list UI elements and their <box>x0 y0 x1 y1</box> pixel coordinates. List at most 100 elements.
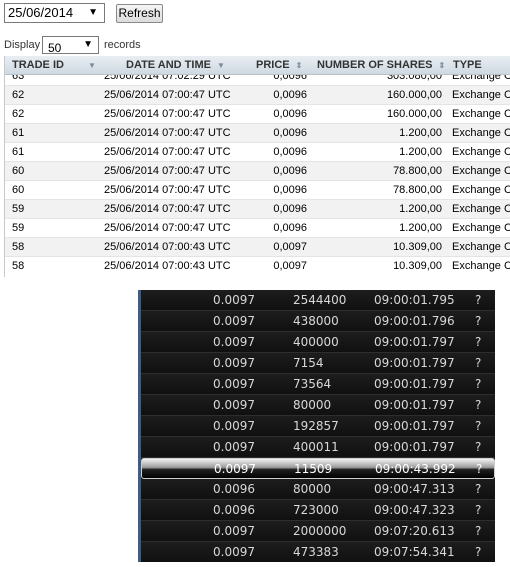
table-row[interactable]: 60 25/06/2014 07:00:47 UTC 0,0096 78.800,00… <box>5 161 510 180</box>
trade-row[interactable]: 0.0097 2544400 09:00:01.795? <box>141 290 495 311</box>
records-label: records <box>104 39 141 51</box>
trade-time: 09:00:01.797 <box>374 356 455 370</box>
price-cell: 0,0096 <box>273 108 307 120</box>
trade-id-cell: 60 <box>12 184 25 196</box>
date-time-cell: 25/06/2014 07:00:47 UTC <box>104 108 231 120</box>
trade-flag: ? <box>475 398 482 412</box>
date-select[interactable]: 25/06/2014 ▼ <box>4 3 105 23</box>
trade-time: 09:00:01.797 <box>374 377 455 391</box>
date-time-cell: 25/06/2014 07:00:47 UTC <box>104 127 231 139</box>
table-row[interactable]: 59 25/06/2014 07:00:47 UTC 0,0096 1.200,00 E… <box>5 199 510 218</box>
trade-flag: ? <box>475 335 482 349</box>
table-row[interactable]: 62 25/06/2014 07:00:47 UTC 0,0096 160.000,0… <box>5 104 510 123</box>
trade-row[interactable]: 0.0097 400000 09:00:01.797? <box>141 332 495 353</box>
column-header-date-and-time[interactable]: DATE AND TIME ▼ <box>126 59 225 71</box>
trade-time: 09:00:01.797 <box>374 440 455 454</box>
trade-row[interactable]: 0.0097 7154 09:00:01.797? <box>141 353 495 374</box>
trade-flag: ? <box>475 377 482 391</box>
table-body: 63 25/06/2014 07:02:29 UTC 0,0096 303.08… <box>5 66 510 275</box>
trade-volume: 473383 <box>293 545 339 559</box>
table-row[interactable]: 59 25/06/2014 07:00:47 UTC 0,0096 1.200,00 E… <box>5 218 510 237</box>
trade-price: 0.0096 <box>213 503 255 517</box>
sort-down-icon: ▼ <box>216 61 225 70</box>
date-time-cell: 25/06/2014 07:00:47 UTC <box>104 203 231 215</box>
chevron-down-icon: ▼ <box>83 39 93 50</box>
trade-row[interactable]: 0.0096 723000 09:00:47.323? <box>141 500 495 521</box>
table-row[interactable]: 60 25/06/2014 07:00:47 UTC 0,0096 78.800,00… <box>5 180 510 199</box>
column-header-type[interactable]: TYPE <box>453 59 482 71</box>
trade-time: 09:00:01.797 <box>374 335 455 349</box>
trade-row[interactable]: 0.0097 80000 09:00:01.797? <box>141 395 495 416</box>
trade-id-cell: 58 <box>12 241 25 253</box>
price-cell: 0,0096 <box>273 222 307 234</box>
price-cell: 0,0096 <box>273 127 307 139</box>
date-time-cell: 25/06/2014 07:00:47 UTC <box>104 89 231 101</box>
trade-time: 09:00:01.797 <box>374 398 455 412</box>
trades-table: TRADE ID ▼ DATE AND TIME ▼ PRICE ⇕ NUMBER O… <box>4 56 510 277</box>
trade-volume: 80000 <box>293 398 332 412</box>
trade-price: 0.0097 <box>213 440 255 454</box>
type-cell: Exchange C <box>452 184 510 196</box>
trade-volume: 723000 <box>293 503 339 517</box>
column-header-price[interactable]: PRICE ⇕ <box>256 59 302 71</box>
shares-cell: 160.000,00 <box>386 89 442 101</box>
price-cell: 0,0096 <box>273 146 307 158</box>
trade-time: 09:07:20.613 <box>374 524 455 538</box>
shares-cell: 1.200,00 <box>399 127 442 139</box>
sort-down-icon: ▼ <box>87 61 96 70</box>
time-and-sales-panel: 0.0097 2544400 09:00:01.795? 0.0097 438000 09… <box>138 290 495 562</box>
table-row[interactable]: 58 25/06/2014 07:00:43 UTC 0,0097 10.309,00… <box>5 237 510 256</box>
type-cell: Exchange C <box>452 89 510 101</box>
trade-id-cell: 61 <box>12 127 25 139</box>
trade-id-cell: 62 <box>12 108 25 120</box>
table-row[interactable]: 58 25/06/2014 07:00:43 UTC 0,0097 10.309,00… <box>5 256 510 275</box>
trade-volume: 2544400 <box>293 293 347 307</box>
table-row[interactable]: 62 25/06/2014 07:00:47 UTC 0,0096 160.000,0… <box>5 85 510 104</box>
trade-row[interactable]: 0.0097 473383 09:07:54.341? <box>141 542 495 562</box>
trade-price: 0.0096 <box>213 482 255 496</box>
trade-flag: ? <box>475 314 482 328</box>
trade-row[interactable]: 0.0097 438000 09:00:01.796? <box>141 311 495 332</box>
date-time-cell: 25/06/2014 07:00:47 UTC <box>104 184 231 196</box>
trade-price: 0.0097 <box>213 419 255 433</box>
trade-row[interactable]: 0.0097 2000000 09:07:20.613? <box>141 521 495 542</box>
trade-id-cell: 61 <box>12 146 25 158</box>
trade-volume: 7154 <box>293 356 324 370</box>
trade-flag: ? <box>475 293 482 307</box>
trade-row[interactable]: 0.0097 192857 09:00:01.797? <box>141 416 495 437</box>
trade-flag: ? <box>475 440 482 454</box>
trade-volume: 80000 <box>293 482 332 496</box>
trade-row[interactable]: 0.0097 73564 09:00:01.797? <box>141 374 495 395</box>
trade-volume: 11509 <box>294 462 333 476</box>
records-per-page-select[interactable]: 50 ▼ <box>42 36 99 55</box>
trade-row[interactable]: 0.0097 400011 09:00:01.797? <box>141 437 495 458</box>
trade-price: 0.0097 <box>214 462 256 476</box>
table-row[interactable]: 61 25/06/2014 07:00:47 UTC 0,0096 1.200,00 E… <box>5 142 510 161</box>
trade-price: 0.0097 <box>213 314 255 328</box>
table-header: TRADE ID ▼ DATE AND TIME ▼ PRICE ⇕ NUMBER O… <box>5 56 510 75</box>
trade-volume: 400011 <box>293 440 339 454</box>
trade-volume: 2000000 <box>293 524 347 538</box>
sort-updown-icon: ⇕ <box>295 61 303 70</box>
table-row[interactable]: 61 25/06/2014 07:00:47 UTC 0,0096 1.200,00 E… <box>5 123 510 142</box>
price-cell: 0,0096 <box>273 165 307 177</box>
price-cell: 0,0096 <box>273 203 307 215</box>
trade-row[interactable]: 0.0096 80000 09:00:47.313? <box>141 479 495 500</box>
trade-price: 0.0097 <box>213 377 255 391</box>
refresh-button[interactable]: Refresh <box>116 4 163 23</box>
column-header-trade-id[interactable]: TRADE ID ▼ <box>12 59 96 71</box>
type-cell: Exchange C <box>452 203 510 215</box>
selected-trade-row[interactable]: 0.0097 11509 09:00:43.992? <box>141 458 495 479</box>
trade-id-cell: 62 <box>12 89 25 101</box>
date-time-cell: 25/06/2014 07:00:43 UTC <box>104 241 231 253</box>
display-label: Display <box>4 39 41 51</box>
price-cell: 0,0097 <box>273 260 307 272</box>
shares-cell: 1.200,00 <box>399 222 442 234</box>
trade-time: 09:00:01.796 <box>374 314 455 328</box>
type-cell: Exchange C <box>452 127 510 139</box>
shares-cell: 1.200,00 <box>399 146 442 158</box>
trade-time: 09:00:01.795 <box>374 293 455 307</box>
trade-flag: ? <box>475 356 482 370</box>
trade-flag: ? <box>475 524 482 538</box>
column-header-number-of-shares[interactable]: NUMBER OF SHARES ⇕ <box>317 59 445 71</box>
